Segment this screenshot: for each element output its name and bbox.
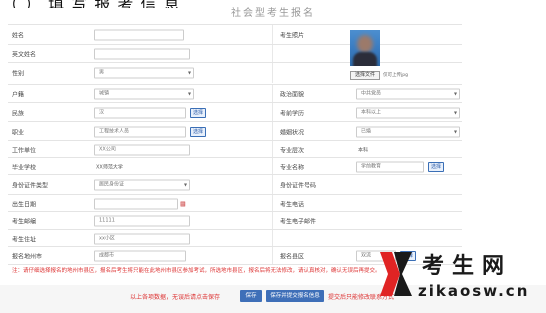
- city-input[interactable]: 成都市: [94, 250, 186, 261]
- choose-file-button[interactable]: 选择文件: [350, 71, 380, 80]
- label-household: 户籍: [12, 91, 25, 99]
- watermark: 考生网 zikaosw.cn: [378, 244, 546, 310]
- label-education: 考前学历: [280, 110, 305, 117]
- major-input[interactable]: 学前教育: [356, 161, 424, 172]
- label-address: 考生住址: [12, 236, 37, 243]
- row-workplace: 工作单位 XX公司 专业层次 本科: [8, 140, 462, 158]
- bottom-note-left: 以上各项数据，无误后请点击保存: [130, 294, 221, 301]
- gender-select[interactable]: 男: [94, 67, 194, 79]
- label-occupation: 职业: [12, 129, 25, 136]
- notice-text: 注：请仔细选择报名的地州市县区，报名后考生将只能在此地州市县区参加考试，所选地市…: [12, 268, 381, 274]
- label-school: 毕业学校: [12, 164, 37, 171]
- label-major: 专业名称: [280, 164, 305, 171]
- postcode-input[interactable]: 11111: [94, 215, 190, 227]
- label-county: 报名县区: [280, 253, 305, 260]
- occupation-choose-button[interactable]: 选择: [190, 126, 206, 137]
- english-name-input[interactable]: [94, 48, 190, 60]
- workplace-input[interactable]: XX公司: [94, 144, 190, 155]
- label-name: 姓名: [12, 32, 25, 40]
- label-marital: 婚姻状况: [280, 129, 305, 136]
- label-id-type: 身份证件类型: [12, 182, 49, 190]
- row-ethnicity: 民族 汉 选择 考前学历 本科以上: [8, 102, 462, 122]
- watermark-title: 考生网: [422, 253, 513, 279]
- save-submit-button[interactable]: 保存并提交报名信息: [266, 290, 324, 302]
- address-input[interactable]: xx小区: [94, 233, 190, 244]
- id-type-select[interactable]: 居民身份证: [94, 179, 190, 191]
- label-political: 政治面貌: [280, 91, 305, 99]
- row-school: 毕业学校 XX师范大学 专业名称 学前教育 选择: [8, 157, 462, 175]
- row-postcode: 考生邮编 11111 考生电子邮件: [8, 211, 462, 230]
- label-email: 考生电子邮件: [280, 218, 317, 226]
- row-id-type: 身份证件类型 居民身份证 身份证件号码: [8, 174, 462, 195]
- birthdate-input[interactable]: [94, 198, 178, 209]
- education-select[interactable]: 本科以上: [356, 107, 460, 118]
- label-phone: 考生电话: [280, 201, 305, 208]
- row-occupation: 职业 工程技术人员 选择 婚姻状况 已婚: [8, 121, 462, 141]
- ethnicity-input[interactable]: 汉: [94, 107, 186, 118]
- label-birthdate: 出生日期: [12, 201, 37, 208]
- occupation-input[interactable]: 工程技术人员: [94, 126, 186, 137]
- marital-select[interactable]: 已婚: [356, 126, 460, 137]
- label-postcode: 考生邮编: [12, 218, 37, 226]
- label-photo: 考生照片: [280, 32, 305, 40]
- major-choose-button[interactable]: 选择: [428, 161, 444, 172]
- label-gender: 性别: [12, 70, 25, 78]
- name-input[interactable]: [94, 29, 184, 41]
- school-value: XX师范大学: [96, 164, 123, 170]
- row-birthdate: 出生日期 ▦ 考生电话: [8, 194, 462, 212]
- label-id-number: 身份证件号码: [280, 182, 317, 190]
- label-level: 专业层次: [280, 147, 305, 154]
- upload-note: 仅可上传jpg: [383, 73, 408, 78]
- row-name: 姓名 考生照片: [8, 24, 462, 45]
- calendar-icon[interactable]: ▦: [180, 200, 186, 207]
- label-workplace: 工作单位: [12, 147, 37, 154]
- watermark-logo-icon: [380, 252, 412, 296]
- row-english-name: 英文姓名: [8, 44, 462, 63]
- label-city: 报名地州市: [12, 253, 43, 260]
- save-button[interactable]: 保存: [240, 290, 262, 302]
- level-value: 本科: [358, 147, 369, 153]
- row-household: 户籍 城镇 政治面貌 中共党员: [8, 84, 462, 103]
- watermark-url: zikaosw.cn: [418, 282, 530, 300]
- ethnicity-choose-button[interactable]: 选择: [190, 107, 206, 118]
- label-english-name: 英文姓名: [12, 51, 37, 59]
- political-select[interactable]: 中共党员: [356, 88, 460, 100]
- form-title: 社会型考生报名: [231, 8, 315, 19]
- photo-preview: [350, 30, 380, 66]
- label-ethnicity: 民族: [12, 110, 25, 117]
- household-select[interactable]: 城镇: [94, 88, 194, 100]
